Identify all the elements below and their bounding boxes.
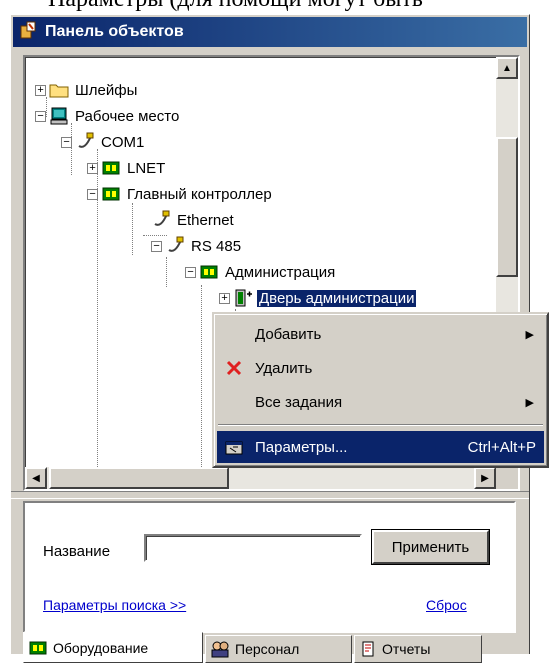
tree-node-label: RS 485	[191, 237, 242, 255]
controller-icon	[199, 262, 219, 282]
expand-toggle[interactable]: +	[87, 162, 98, 174]
apply-button[interactable]: Применить	[372, 530, 489, 564]
tree-node-lnet[interactable]: + LNET	[87, 157, 167, 179]
name-label: Название	[43, 543, 111, 560]
scroll-left-button[interactable]: ◀	[25, 467, 47, 489]
collapse-toggle[interactable]: −	[87, 188, 98, 200]
search-params-link[interactable]: Параметры поиска >>	[43, 597, 186, 613]
submenu-arrow-icon: ▶	[525, 396, 534, 409]
tab-personnel[interactable]: Персонал	[205, 635, 352, 663]
tree-node-rs485[interactable]: − RS 485	[151, 235, 243, 257]
tree-node-label: Шлейфы	[75, 81, 138, 99]
delete-icon	[219, 359, 249, 377]
title-bar: Панель объектов	[13, 17, 527, 47]
tab-label: Отчеты	[382, 641, 431, 657]
tree-line	[201, 285, 202, 485]
tab-label: Персонал	[235, 641, 300, 657]
tree-node-label: COM1	[101, 133, 145, 151]
panel-splitter[interactable]	[11, 491, 529, 499]
tree-node-label: Ethernet	[177, 211, 234, 229]
menu-separator	[218, 424, 543, 426]
scroll-right-button[interactable]: ▶	[474, 467, 496, 489]
menu-item-label: Добавить	[255, 325, 322, 343]
collapse-toggle[interactable]: −	[35, 110, 46, 122]
menu-item-delete[interactable]: Удалить	[217, 352, 544, 384]
tree-node-loops[interactable]: + Шлейфы	[35, 79, 139, 101]
tree-node-label: Администрация	[225, 263, 336, 281]
collapse-toggle[interactable]: −	[151, 240, 162, 252]
port-icon	[151, 210, 171, 230]
controller-icon	[28, 640, 48, 656]
properties-icon	[219, 438, 249, 456]
window-title: Панель объектов	[45, 23, 184, 40]
scroll-corner	[496, 467, 518, 489]
tree-node-label: Дверь администрации	[255, 288, 418, 308]
tab-reports[interactable]: Отчеты	[354, 635, 482, 663]
port-icon	[75, 132, 95, 152]
tree-line	[166, 257, 167, 287]
controller-icon	[101, 184, 121, 204]
menu-item-label: Удалить	[255, 359, 313, 377]
tree-node-administration[interactable]: − Администрация	[185, 261, 337, 283]
menu-item-all-tasks[interactable]: Все задания ▶	[217, 386, 544, 418]
tab-equipment[interactable]: Оборудование	[23, 632, 203, 663]
tab-label: Оборудование	[53, 639, 149, 656]
tree-line	[132, 203, 133, 255]
menu-item-label: Параметры...	[255, 438, 348, 456]
reset-link[interactable]: Сброс	[426, 597, 467, 613]
menu-item-add[interactable]: Добавить ▶	[217, 318, 544, 350]
people-icon	[210, 640, 230, 658]
door-icon	[233, 288, 253, 308]
search-panel: Название Применить Параметры поиска >> С…	[23, 501, 516, 633]
port-icon	[165, 236, 185, 256]
menu-item-shortcut: Ctrl+Alt+P	[467, 438, 536, 456]
tree-node-main-controller[interactable]: − Главный контроллер	[87, 183, 274, 205]
name-input[interactable]	[144, 534, 362, 562]
scroll-thumb[interactable]	[496, 137, 518, 277]
report-icon	[359, 640, 377, 658]
collapse-toggle[interactable]: −	[61, 136, 72, 148]
tree-node-label: LNET	[127, 159, 166, 177]
workstation-icon	[49, 106, 69, 126]
scroll-thumb-horizontal[interactable]	[49, 467, 229, 489]
expand-toggle[interactable]: +	[35, 84, 46, 96]
collapse-toggle[interactable]: −	[185, 266, 196, 278]
controller-icon	[101, 158, 121, 178]
tree-node-com1[interactable]: − COM1	[61, 131, 146, 153]
expand-toggle[interactable]: +	[219, 292, 230, 304]
clipped-caption: Параметры (для помощи могут быть	[0, 0, 555, 14]
scroll-up-button[interactable]: ▲	[496, 57, 518, 79]
clipped-caption-text: Параметры (для помощи могут быть	[48, 0, 423, 13]
tree-node-label: Рабочее место	[75, 107, 180, 125]
tree-node-ethernet[interactable]: Ethernet	[151, 209, 236, 231]
menu-item-properties[interactable]: Параметры... Ctrl+Alt+P	[217, 431, 544, 463]
context-menu: Добавить ▶ Удалить Все задания ▶ Парамет…	[212, 312, 549, 468]
tree-node-label: Главный контроллер	[127, 185, 272, 203]
submenu-arrow-icon: ▶	[525, 328, 534, 341]
horizontal-scrollbar[interactable]: ◀ ▶	[25, 467, 496, 489]
menu-item-label: Все задания	[255, 393, 343, 411]
folder-icon	[49, 80, 69, 100]
tree-node-workstation[interactable]: − Рабочее место	[35, 105, 181, 127]
tree-node-admin-door[interactable]: + Дверь администрации	[219, 287, 418, 309]
objects-panel-icon	[19, 20, 39, 45]
